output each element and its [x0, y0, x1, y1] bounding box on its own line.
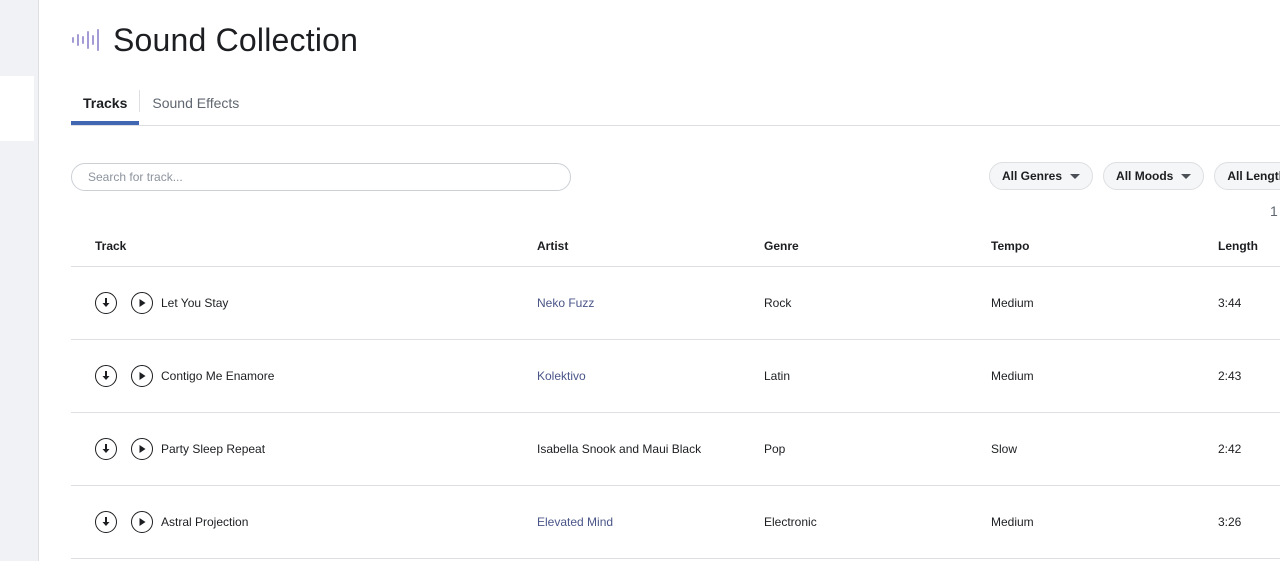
column-header-genre[interactable]: Genre — [764, 239, 991, 253]
track-cell: Contigo Me Enamore — [71, 365, 537, 387]
play-button[interactable] — [131, 365, 153, 387]
tempo-cell: Medium — [991, 515, 1034, 529]
download-button[interactable] — [95, 292, 117, 314]
track-cell: Astral Projection — [71, 511, 537, 533]
track-title[interactable]: Contigo Me Enamore — [161, 369, 274, 383]
length-cell: 3:26 — [1218, 515, 1242, 529]
length-cell: 2:42 — [1218, 442, 1242, 456]
length-filter-label: All Lengths — [1227, 169, 1280, 183]
table-row: Astral Projection Elevated Mind Electron… — [71, 486, 1280, 559]
play-icon — [139, 518, 146, 526]
caret-down-icon — [1181, 173, 1192, 179]
artist-link[interactable]: Kolektivo — [537, 369, 586, 383]
artist-cell: Kolektivo — [537, 369, 764, 383]
artist-link[interactable]: Elevated Mind — [537, 515, 613, 529]
column-header-tempo[interactable]: Tempo — [991, 239, 1218, 253]
track-title[interactable]: Party Sleep Repeat — [161, 442, 265, 456]
artist-cell: Isabella Snook and Maui Black — [537, 442, 764, 456]
play-icon — [139, 299, 146, 307]
track-title[interactable]: Astral Projection — [161, 515, 248, 529]
main-content: Sound Collection Tracks Sound Effects Al… — [71, 0, 1280, 561]
play-button[interactable] — [131, 511, 153, 533]
artist-name: Isabella Snook and Maui Black — [537, 442, 702, 456]
search-input[interactable] — [71, 163, 571, 191]
column-header-length[interactable]: Length — [1218, 239, 1280, 253]
table-row: Contigo Me Enamore Kolektivo Latin Mediu… — [71, 340, 1280, 413]
download-icon — [102, 517, 110, 526]
table-row: Let You Stay Neko Fuzz Rock Medium 3:44 — [71, 267, 1280, 340]
track-title[interactable]: Let You Stay — [161, 296, 228, 310]
artist-cell: Neko Fuzz — [537, 296, 764, 310]
genre-filter-label: All Genres — [1002, 169, 1063, 183]
download-button[interactable] — [95, 511, 117, 533]
tab-tracks[interactable]: Tracks — [71, 80, 140, 125]
download-icon — [102, 371, 110, 380]
tab-bar: Tracks Sound Effects — [71, 80, 1280, 126]
mood-filter-button[interactable]: All Moods — [1103, 162, 1205, 190]
tempo-cell: Medium — [991, 296, 1034, 310]
column-header-artist[interactable]: Artist — [537, 239, 764, 253]
genre-cell: Latin — [764, 369, 791, 383]
download-button[interactable] — [95, 438, 117, 460]
play-button[interactable] — [131, 438, 153, 460]
artist-cell: Elevated Mind — [537, 515, 764, 529]
sidebar-panel[interactable] — [0, 76, 34, 141]
play-icon — [139, 445, 146, 453]
tab-tracks-label: Tracks — [83, 94, 128, 111]
left-sidebar — [0, 0, 39, 561]
genre-cell: Electronic — [764, 515, 817, 529]
tracks-table: Track Artist Genre Tempo Length Let You … — [71, 226, 1280, 559]
play-icon — [139, 372, 146, 380]
column-header-track[interactable]: Track — [71, 239, 537, 253]
page-number: 1 — [1270, 203, 1278, 219]
tab-sound-effects-label: Sound Effects — [152, 94, 240, 111]
genre-filter-button[interactable]: All Genres — [989, 162, 1094, 190]
length-cell: 2:43 — [1218, 369, 1242, 383]
download-icon — [102, 444, 110, 453]
mood-filter-label: All Moods — [1116, 169, 1174, 183]
play-button[interactable] — [131, 292, 153, 314]
caret-down-icon — [1070, 173, 1081, 179]
length-filter-button[interactable]: All Lengths — [1214, 162, 1280, 190]
track-cell: Party Sleep Repeat — [71, 438, 537, 460]
page-header: Sound Collection — [71, 18, 358, 62]
tab-sound-effects[interactable]: Sound Effects — [140, 80, 251, 125]
length-cell: 3:44 — [1218, 296, 1242, 310]
filter-bar: All Genres All Moods All Lengths — [989, 162, 1280, 190]
tempo-cell: Medium — [991, 369, 1034, 383]
tempo-cell: Slow — [991, 442, 1018, 456]
page-title: Sound Collection — [113, 21, 359, 58]
artist-link[interactable]: Neko Fuzz — [537, 296, 594, 310]
genre-cell: Pop — [764, 442, 786, 456]
genre-cell: Rock — [764, 296, 792, 310]
table-row: Party Sleep Repeat Isabella Snook and Ma… — [71, 413, 1280, 486]
track-cell: Let You Stay — [71, 292, 537, 314]
table-header: Track Artist Genre Tempo Length — [71, 226, 1280, 267]
waveform-icon — [72, 29, 99, 51]
pagination[interactable]: 1 — [1270, 203, 1278, 219]
download-icon — [102, 298, 110, 307]
download-button[interactable] — [95, 365, 117, 387]
